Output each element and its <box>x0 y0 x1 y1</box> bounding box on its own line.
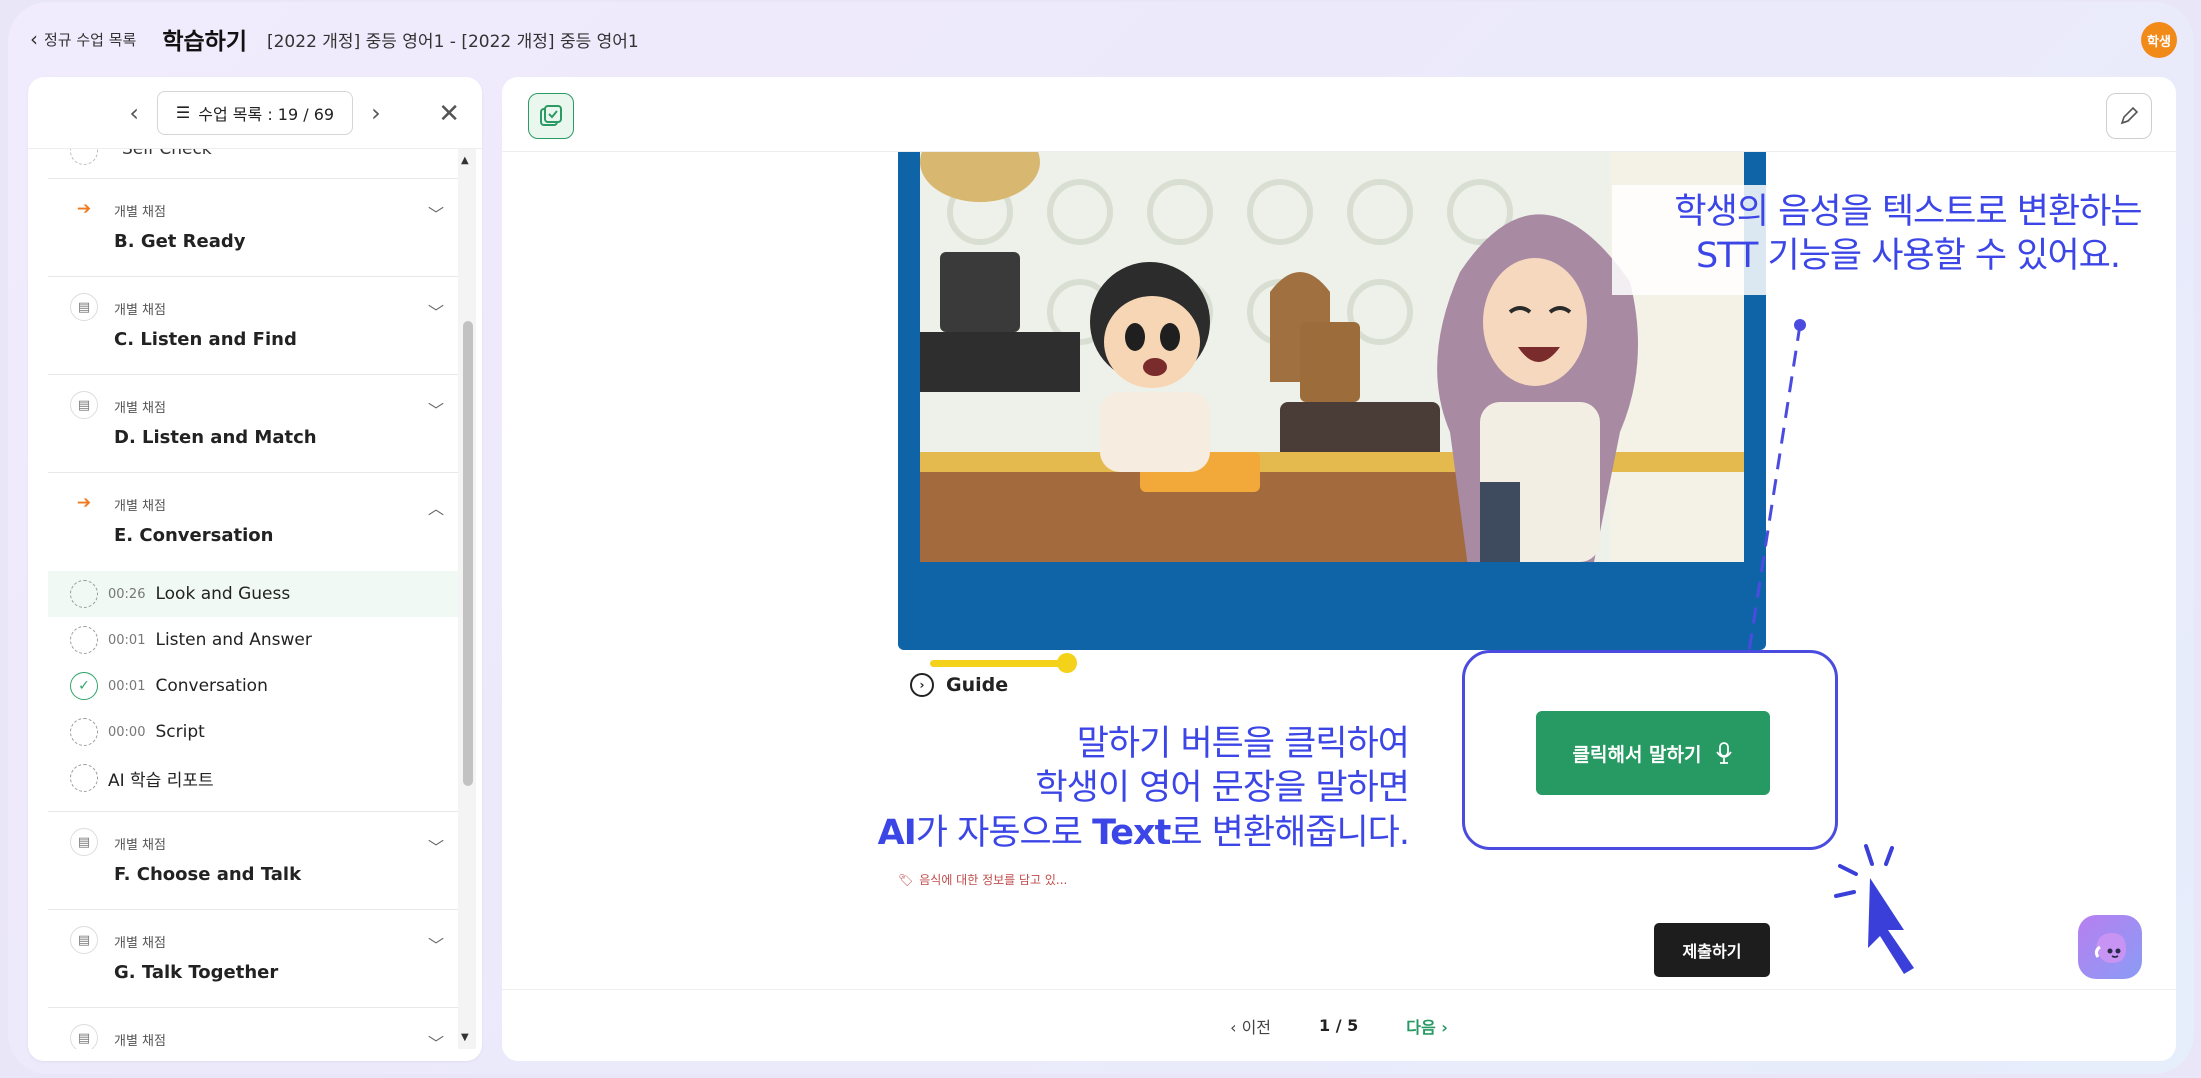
speak-annotation-line: 말하기 버튼을 클릭하여 <box>1076 724 1410 764</box>
speak-line3-end: 로 변환해줍니다. <box>1170 812 1410 853</box>
stt-annotation: 학생의 음성을 텍스트로 변환하는 STT 기능을 사용할 수 있어요. <box>1628 190 2188 279</box>
speak-annotation: 말하기 버튼을 클릭하여 학생이 영어 문장을 말하면 AI가 자동으로 Tex… <box>876 722 1410 855</box>
ai-word: AI <box>877 812 917 853</box>
click-cursor-icon <box>1834 844 1914 974</box>
speak-annotation-line: AI가 자동으로 Text로 변환해줍니다. <box>876 811 1410 855</box>
speak-line3-mid: 가 자동으로 <box>915 812 1093 853</box>
stt-annotation-line: 학생의 음성을 텍스트로 변환하는 <box>1674 192 2142 232</box>
text-word: Text <box>1092 812 1171 853</box>
speak-annotation-line: 학생이 영어 문장을 말하면 <box>1035 768 1410 809</box>
annotation-overlay <box>1612 185 2092 974</box>
stt-annotation-line: STT 기능을 사용할 수 있어요. <box>1696 236 2121 277</box>
